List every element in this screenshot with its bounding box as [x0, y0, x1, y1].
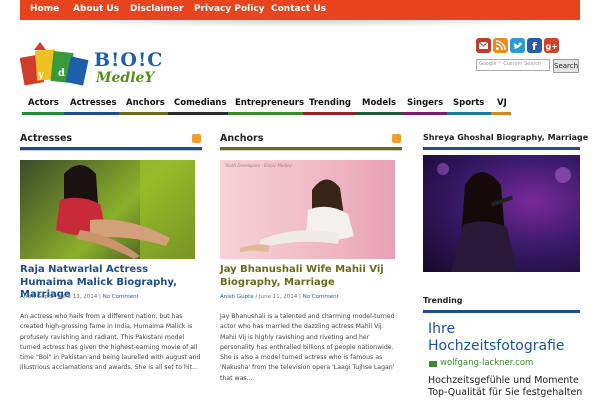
search-button[interactable]: Search	[553, 59, 579, 73]
post-excerpt-humaima-malick: An actress who hails from a different na…	[20, 313, 201, 372]
nav-home[interactable]: Home	[30, 4, 59, 14]
ad-title[interactable]: Ihre Hochzeitsfotografie	[428, 321, 578, 355]
post-comments-link[interactable]: No Comment	[103, 294, 139, 300]
post-meta-2: Anish Gupta / June 11, 2014 | No Comment	[220, 294, 339, 300]
rss-icon[interactable]	[392, 134, 401, 143]
search-input[interactable]: Google™ Custom Search	[476, 59, 550, 71]
facebook-icon[interactable]: f	[527, 38, 542, 53]
sidebar-rule-trending	[423, 310, 580, 313]
category-vj[interactable]: VJ	[497, 98, 507, 108]
category-underline-sports	[447, 112, 491, 115]
svg-text:g+: g+	[546, 42, 558, 51]
svg-text:f: f	[532, 40, 537, 53]
category-singers[interactable]: Singers	[407, 98, 443, 108]
section-title-anchors[interactable]: Anchors	[220, 133, 263, 144]
trending-heading: Trending	[423, 296, 463, 305]
nav-contact-us[interactable]: Contact Us	[271, 4, 326, 14]
top-nav-bar: Home About Us Disclaimer Privacy Policy …	[20, 0, 580, 20]
rss-icon[interactable]	[192, 134, 201, 143]
section-title-actresses[interactable]: Actresses	[20, 133, 72, 144]
twitter-icon[interactable]	[510, 38, 525, 53]
category-underline-models	[356, 112, 401, 115]
category-actresses[interactable]: Actresses	[70, 98, 117, 108]
post-author[interactable]: Anish Gupta	[220, 294, 254, 300]
sidebar-rule-featured	[423, 147, 580, 150]
post-title-mahii-vij[interactable]: Jay Bhanushali Wife Mahii Vij Biography,…	[220, 264, 400, 289]
photo-watermark: Youth Developers - Biopic Medley	[225, 163, 292, 168]
ad-url[interactable]: wolfgang-lackner.com	[440, 358, 533, 368]
featured-image-shreya-ghoshal[interactable]	[423, 155, 580, 272]
nav-about-us[interactable]: About Us	[73, 4, 119, 14]
post-meta-1: Anish Gupta / June 13, 2014 | No Comment	[20, 294, 139, 300]
post-image-humaima-malick[interactable]	[20, 160, 195, 259]
post-excerpt-mahii-vij: Jay Bhanushali is a talented and charmin…	[220, 313, 395, 382]
logo-text-medley: MedleY	[96, 70, 155, 86]
post-comments-link[interactable]: No Comment	[303, 294, 339, 300]
category-underline-comedians	[168, 112, 228, 115]
post-date: June 13, 2014	[59, 294, 98, 300]
category-underline-trending	[303, 112, 356, 115]
category-underline-actresses	[64, 112, 119, 115]
post-image-mahii-vij[interactable]: Youth Developers - Biopic Medley	[220, 160, 395, 259]
category-models[interactable]: Models	[362, 98, 396, 108]
email-icon[interactable]	[476, 38, 491, 53]
category-underline-singers	[401, 112, 447, 115]
category-comedians[interactable]: Comedians	[174, 98, 227, 108]
ad-body: Hochzeitsgefühle und Momente Top-Qualitä…	[428, 375, 583, 398]
logo-text-biopic: B!O!C	[94, 49, 164, 71]
category-underline-anchors	[119, 112, 168, 115]
nav-shadow	[20, 20, 580, 28]
post-author[interactable]: Anish Gupta	[20, 294, 54, 300]
rss-icon[interactable]	[493, 38, 508, 53]
post-date: June 11, 2014	[259, 294, 298, 300]
google-plus-icon[interactable]: g+	[544, 38, 559, 53]
category-sports[interactable]: Sports	[453, 98, 484, 108]
category-anchors[interactable]: Anchors	[126, 98, 165, 108]
svg-text:d: d	[58, 68, 65, 79]
section-rule-light	[220, 150, 402, 151]
featured-post-title[interactable]: Shreya Ghoshal Biography, Marriage	[423, 133, 588, 142]
category-underline-actors	[22, 112, 64, 115]
category-entrepreneurs[interactable]: Entrepreneurs	[235, 98, 304, 108]
ad-badge-icon	[429, 361, 437, 367]
category-underline-entrepreneurs	[228, 112, 303, 115]
category-underline-vj	[491, 112, 511, 115]
nav-privacy-policy[interactable]: Privacy Policy	[194, 4, 265, 14]
category-actors[interactable]: Actors	[28, 98, 59, 108]
section-rule-light	[20, 150, 202, 151]
category-trending[interactable]: Trending	[309, 98, 351, 108]
svg-text:y: y	[37, 70, 45, 81]
books-icon: y d	[19, 42, 89, 86]
nav-disclaimer[interactable]: Disclaimer	[130, 4, 183, 14]
